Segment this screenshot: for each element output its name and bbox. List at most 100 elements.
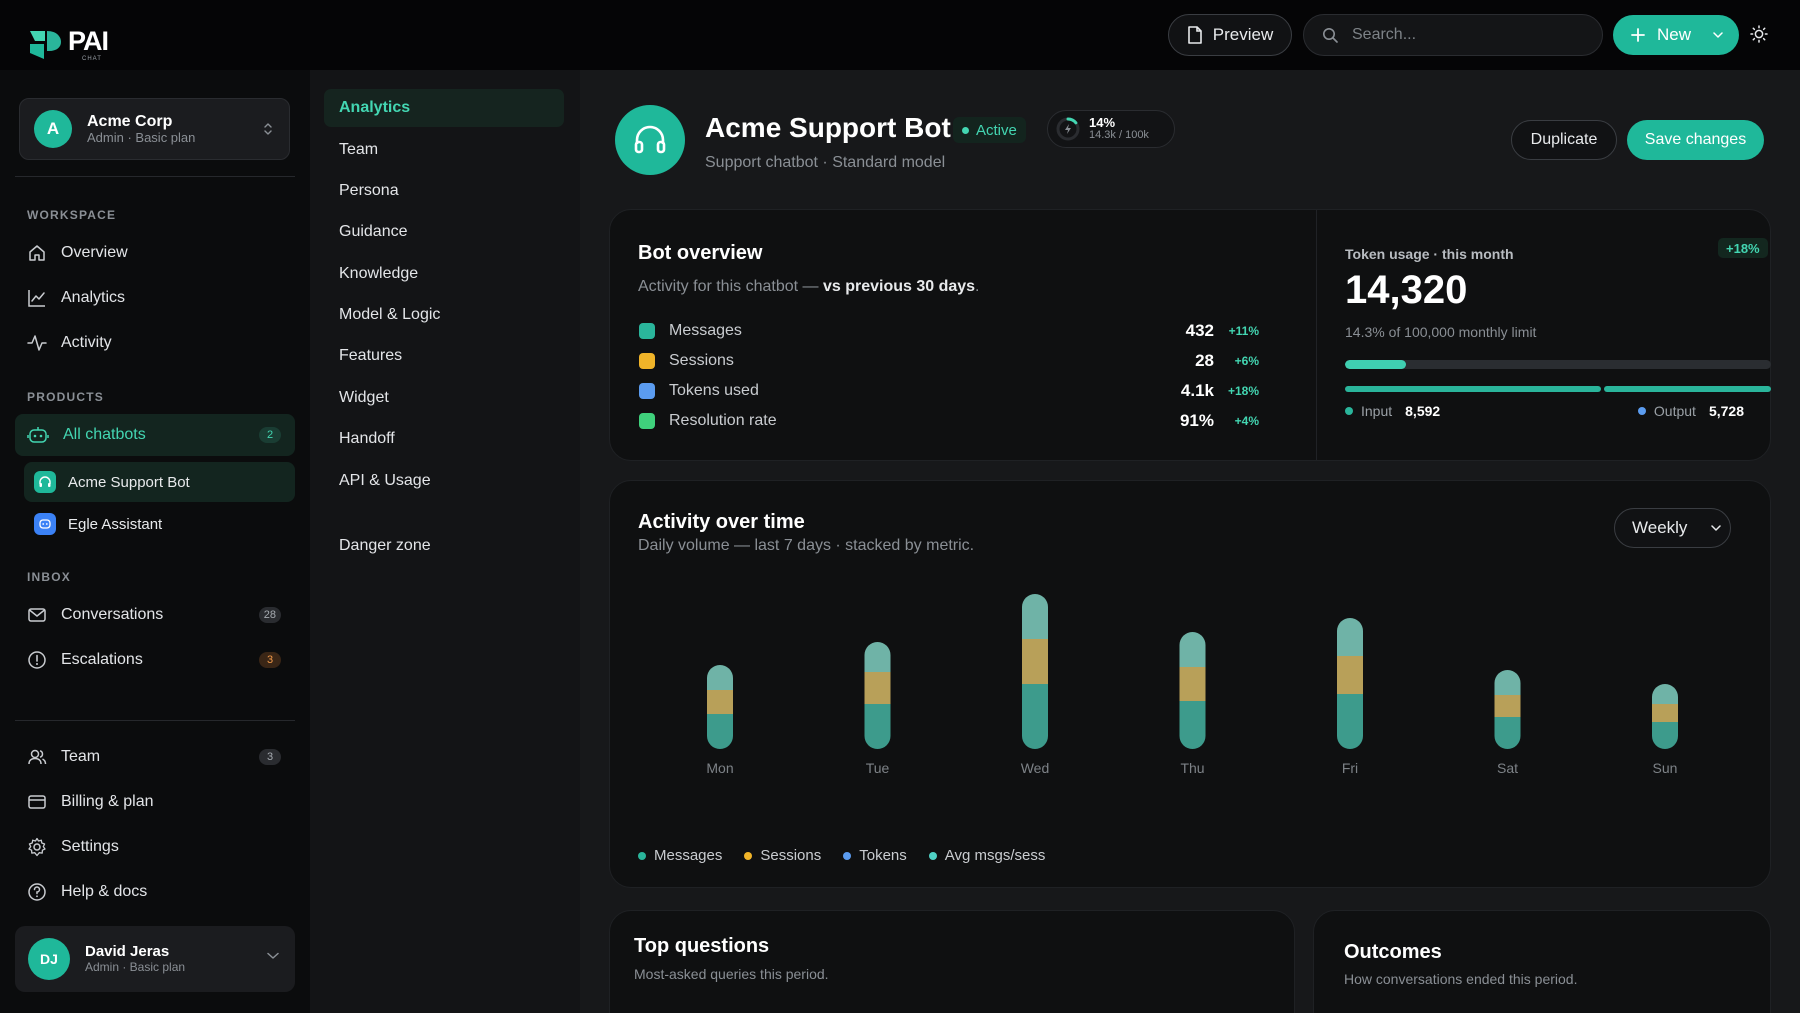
output-value: 5,728: [1708, 403, 1744, 419]
sidebar-item-label: Billing & plan: [61, 793, 154, 810]
metric-row-resolution: Resolution rate 91% +4%: [639, 408, 1259, 434]
bot-overview-card: Bot overview Activity for this chatbot —…: [609, 209, 1771, 461]
subnav-item-knowledge[interactable]: Knowledge: [324, 255, 564, 293]
sidebar-item-label: All chatbots: [63, 426, 146, 443]
sidebar-item-all-chatbots[interactable]: All chatbots 2: [15, 414, 295, 456]
legend-label: Avg msgs/sess: [944, 847, 1046, 864]
sidebar-bot-egle-assistant[interactable]: Egle Assistant: [24, 504, 295, 544]
duplicate-button[interactable]: Duplicate: [1511, 120, 1617, 160]
home-icon: [29, 245, 45, 261]
document-icon: [1187, 26, 1202, 44]
legend-dot: [638, 851, 646, 860]
card-subtitle: Activity for this chatbot — vs previous …: [638, 278, 980, 295]
sidebar-item-label: Settings: [61, 838, 119, 855]
bar-segment-messages: [1337, 694, 1363, 749]
token-delta-badge: +18%: [1718, 238, 1768, 258]
x-tick-label: Sun: [1653, 760, 1678, 776]
bar-segment-avg-msgs-sess: [707, 665, 733, 690]
bar-stack-wed[interactable]: [1022, 594, 1048, 749]
subnav-item-model-logic[interactable]: Model & Logic: [324, 296, 564, 334]
bar-segment-sessions: [1652, 704, 1678, 722]
output-share-bar: [1603, 386, 1771, 392]
app-logo[interactable]: PAI CHAT: [27, 27, 109, 63]
save-changes-button[interactable]: Save changes: [1627, 120, 1764, 160]
subnav-item-danger-zone[interactable]: Danger zone: [324, 527, 564, 565]
bar-stack-thu[interactable]: [1179, 632, 1206, 749]
sidebar-item-help[interactable]: Help & docs: [15, 872, 295, 912]
bar-stack-sun[interactable]: [1652, 684, 1678, 749]
users-icon: [28, 749, 47, 765]
subnav-item-widget[interactable]: Widget: [324, 379, 564, 417]
bar-stack-tue[interactable]: [864, 642, 891, 749]
chevron-up-down-icon: [264, 123, 272, 135]
activity-card: Activity over time Daily volume — last 7…: [609, 480, 1771, 888]
sidebar-bot-acme-support[interactable]: Acme Support Bot: [24, 462, 295, 502]
usage-percent: 14%: [1089, 115, 1116, 131]
card-subtitle: How conversations ended this period.: [1344, 971, 1578, 987]
bar-stack-sat[interactable]: [1494, 670, 1521, 749]
metric-label: Sessions: [669, 352, 734, 369]
subnav-item-guidance[interactable]: Guidance: [324, 213, 564, 251]
legend-dot: [928, 851, 937, 860]
subnav-item-features[interactable]: Features: [324, 337, 564, 375]
subnav-item-team[interactable]: Team: [324, 131, 564, 169]
legend-label: Messages: [654, 847, 723, 864]
subnav-item-analytics[interactable]: Analytics: [324, 89, 564, 127]
status-dot: [962, 126, 969, 134]
theme-toggle-button[interactable]: [1750, 25, 1768, 43]
metric-delta: +18%: [1227, 384, 1259, 398]
metric-delta: +4%: [1234, 414, 1259, 428]
line-chart-icon: [28, 290, 45, 307]
sun-icon: [1750, 25, 1768, 43]
legend-item: Tokens: [843, 847, 907, 864]
chatbot-count-badge: 2: [259, 427, 281, 443]
sidebar-item-settings[interactable]: Settings: [15, 827, 295, 867]
org-switcher[interactable]: A Acme Corp Admin · Basic plan: [19, 98, 290, 160]
new-button[interactable]: New: [1613, 15, 1739, 55]
legend-dot: [843, 851, 852, 860]
search-box[interactable]: [1303, 14, 1603, 56]
token-progress-bar: [1345, 360, 1771, 369]
bar-segment-sessions: [1337, 656, 1363, 694]
metric-swatch: [639, 413, 655, 429]
usage-indicator[interactable]: 14% 14.3k / 100k: [1047, 110, 1175, 148]
chart-legend: Messages Sessions Tokens Avg msgs/sess: [638, 847, 1045, 864]
token-usage-label: Token usage · this month: [1345, 246, 1514, 262]
bot-item-label: Acme Support Bot: [68, 473, 190, 491]
chevron-down-icon: [267, 952, 279, 959]
avatar: DJ: [28, 938, 70, 980]
chevron-down-icon: [1711, 525, 1722, 531]
sidebar-item-label: Team: [61, 748, 101, 765]
conversations-count-badge: 28: [258, 607, 281, 623]
sidebar-item-escalations[interactable]: Escalations 3: [15, 640, 295, 680]
token-progress-fill: [1345, 360, 1406, 369]
user-menu[interactable]: DJ David Jeras Admin · Basic plan: [15, 926, 295, 992]
bar-stack-fri[interactable]: [1337, 618, 1363, 749]
bar-segment-messages: [864, 704, 891, 749]
preview-label: Preview: [1212, 25, 1274, 44]
sidebar-item-activity[interactable]: Activity: [15, 323, 295, 363]
sidebar-item-conversations[interactable]: Conversations 28: [15, 595, 295, 635]
x-tick-label: Fri: [1342, 760, 1358, 776]
sidebar-item-analytics[interactable]: Analytics: [15, 278, 295, 318]
bar-segment-sessions: [864, 672, 891, 704]
subnav-item-api-usage[interactable]: API & Usage: [324, 462, 564, 500]
sidebar-item-billing[interactable]: Billing & plan: [15, 782, 295, 822]
sidebar-item-team[interactable]: Team 3: [15, 737, 295, 777]
preview-button[interactable]: Preview: [1168, 14, 1292, 56]
bar-stack-mon[interactable]: [707, 665, 733, 749]
sidebar-item-overview[interactable]: Overview: [15, 233, 295, 273]
divider: [15, 720, 295, 721]
bot-icon: [27, 427, 49, 443]
search-input[interactable]: [1352, 26, 1582, 44]
period-select[interactable]: Weekly: [1614, 508, 1731, 548]
page-title: Acme Support Bot: [705, 112, 951, 143]
org-name: Acme Corp: [87, 113, 173, 131]
status-badge: Active: [953, 117, 1026, 143]
subnav-item-persona[interactable]: Persona: [324, 172, 564, 210]
bot-avatar: [615, 105, 685, 175]
bar-segment-messages: [1179, 701, 1206, 749]
products-section-label: PRODUCTS: [27, 390, 104, 404]
headset-icon: [634, 125, 666, 154]
subnav-item-handoff[interactable]: Handoff: [324, 420, 564, 458]
